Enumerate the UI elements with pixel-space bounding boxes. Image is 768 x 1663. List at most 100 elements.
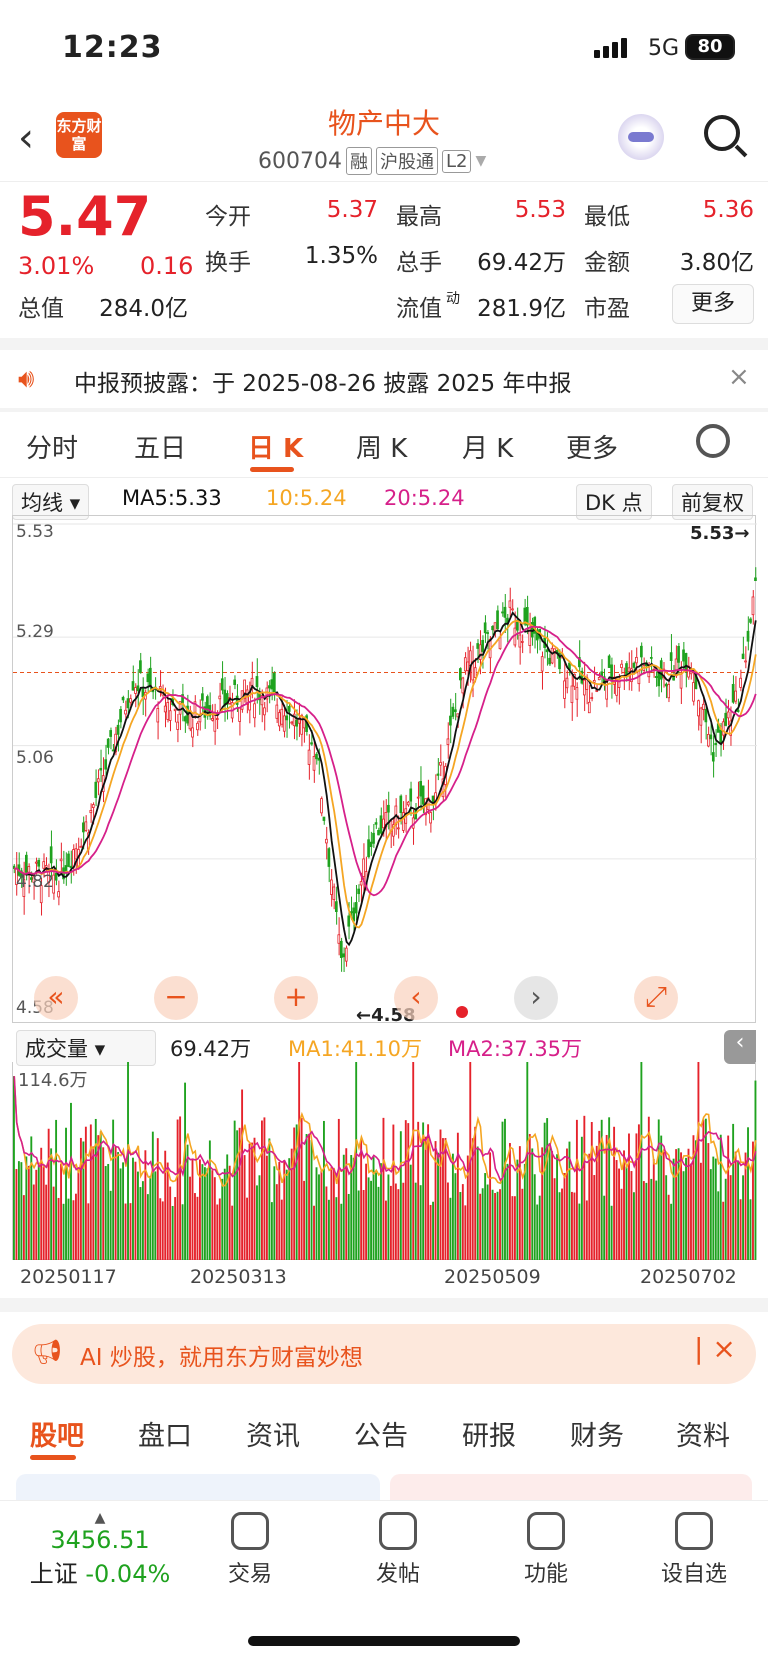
candle-body	[99, 767, 103, 771]
live-dot	[456, 1006, 468, 1018]
volume-bar	[447, 1182, 449, 1260]
collapse-panel-button[interactable]: ‹	[724, 1030, 756, 1064]
volume-bar	[184, 1082, 186, 1260]
candle-body	[468, 650, 472, 667]
nav-item-3[interactable]: 设自选	[644, 1506, 744, 1588]
candle-body	[736, 709, 740, 713]
volume-bar	[112, 1119, 115, 1260]
volume-bar	[417, 1121, 420, 1260]
volume-bar	[327, 1199, 330, 1260]
volume-bar	[722, 1201, 725, 1260]
bottom-tab-1[interactable]: 盘口	[138, 1414, 192, 1453]
nav-item-2[interactable]: 功能	[496, 1506, 596, 1588]
scroll-right-button[interactable]: ›	[514, 976, 558, 1020]
volume-bar	[323, 1120, 325, 1260]
candle-body	[72, 849, 75, 867]
scroll-left-button[interactable]: ‹	[394, 976, 438, 1020]
candle-body	[57, 891, 60, 898]
bottom-tab-5[interactable]: 财务	[570, 1414, 624, 1453]
index-widget[interactable]: ▲ 3456.51 上证 -0.04%	[20, 1510, 180, 1589]
candle-body	[501, 611, 504, 614]
candle-body	[607, 655, 611, 668]
trade-icon	[231, 1512, 269, 1550]
kline-chart[interactable]	[12, 515, 757, 1023]
candle-body	[272, 672, 276, 693]
candle-body	[270, 679, 274, 690]
zoom-out-button[interactable]: −	[154, 976, 198, 1020]
candle-body	[409, 788, 413, 802]
quote-value: 3.80亿	[679, 250, 754, 276]
volume-bar	[588, 1153, 591, 1260]
volume-bar	[62, 1203, 65, 1260]
tab-3[interactable]: 周 K	[356, 428, 407, 465]
volume-bar	[186, 1144, 189, 1260]
volume-bar	[132, 1157, 134, 1260]
tab-4[interactable]: 月 K	[462, 428, 513, 465]
candle-body	[141, 687, 145, 698]
candle-body	[96, 778, 100, 783]
candle-body	[215, 718, 219, 720]
volume-bar	[196, 1196, 199, 1260]
candle-body	[709, 734, 713, 740]
volume-bar	[590, 1122, 593, 1260]
ai-banner[interactable]: 📢︎ AI 炒股，就用东方财富妙想 | ×	[12, 1324, 756, 1384]
y-tick-label: 4.82	[16, 872, 54, 892]
chevron-down-icon: ▼	[475, 153, 487, 169]
home-indicator	[248, 1636, 520, 1646]
nav-item-1[interactable]: 发帖	[348, 1506, 448, 1588]
volume-bar	[226, 1154, 229, 1260]
more-quote-button[interactable]: 更多	[672, 284, 754, 324]
volume-bar	[533, 1174, 536, 1260]
volume-chart[interactable]	[12, 1027, 757, 1260]
volume-bar	[273, 1166, 276, 1260]
assistant-robot-icon[interactable]	[618, 114, 664, 160]
tab-0[interactable]: 分时	[26, 428, 78, 465]
tab-1[interactable]: 五日	[134, 428, 186, 465]
settings-gear-icon[interactable]	[696, 424, 730, 458]
volume-bar	[107, 1163, 110, 1260]
scroll-left-fast-button[interactable]: «	[34, 976, 78, 1020]
volume-bar	[375, 1172, 377, 1260]
volume-bar	[717, 1191, 720, 1260]
candle-body	[176, 721, 179, 730]
notice-bar[interactable]: 🔊︎ 中报预披露：于 2025-08-26 披露 2025 年中报 ×	[0, 350, 768, 410]
stock-code-row[interactable]: 600704 融 沪股通 L2 ▼	[258, 147, 486, 175]
fullscreen-button[interactable]: ⤢	[634, 976, 678, 1020]
candle-body	[451, 706, 455, 717]
search-icon[interactable]	[704, 115, 740, 151]
candle-body	[692, 682, 695, 702]
volume-bar	[695, 1140, 697, 1260]
bottom-tab-6[interactable]: 资料	[676, 1414, 730, 1453]
volume-bar	[134, 1161, 137, 1260]
tab-2[interactable]: 日 K	[248, 428, 303, 465]
close-banner-icon[interactable]: | ×	[694, 1332, 736, 1365]
candle-body	[399, 795, 403, 814]
zoom-in-button[interactable]: +	[274, 976, 318, 1020]
close-icon[interactable]: ×	[728, 362, 750, 392]
candle-body	[191, 727, 194, 738]
candle-body	[548, 657, 551, 665]
candle-body	[42, 861, 46, 869]
volume-bar	[662, 1152, 665, 1260]
volume-indicator-select[interactable]: 成交量 ▾	[16, 1030, 156, 1066]
bottom-tab-2[interactable]: 资讯	[246, 1414, 300, 1453]
bottom-tab-3[interactable]: 公告	[354, 1414, 408, 1453]
bottom-tab-0[interactable]: 股吧	[30, 1414, 84, 1453]
volume-bar	[87, 1203, 90, 1260]
volume-bar	[365, 1163, 368, 1260]
volume-bar	[122, 1162, 124, 1260]
tab-5[interactable]: 更多	[566, 428, 618, 465]
status-time: 12:23	[62, 30, 163, 65]
volume-bar	[424, 1136, 427, 1260]
bottom-tab-4[interactable]: 研报	[462, 1414, 516, 1453]
volume-bar	[166, 1162, 169, 1260]
volume-bar	[394, 1183, 397, 1260]
nav-item-0[interactable]: 交易	[200, 1506, 300, 1588]
volume-bar	[151, 1131, 154, 1260]
volume-bar	[665, 1175, 668, 1260]
candle-body	[707, 734, 710, 747]
x-date-label: 20250313	[190, 1266, 287, 1288]
candle-body	[89, 809, 93, 814]
volume-bar	[697, 1028, 700, 1260]
volume-bar	[72, 1200, 75, 1260]
